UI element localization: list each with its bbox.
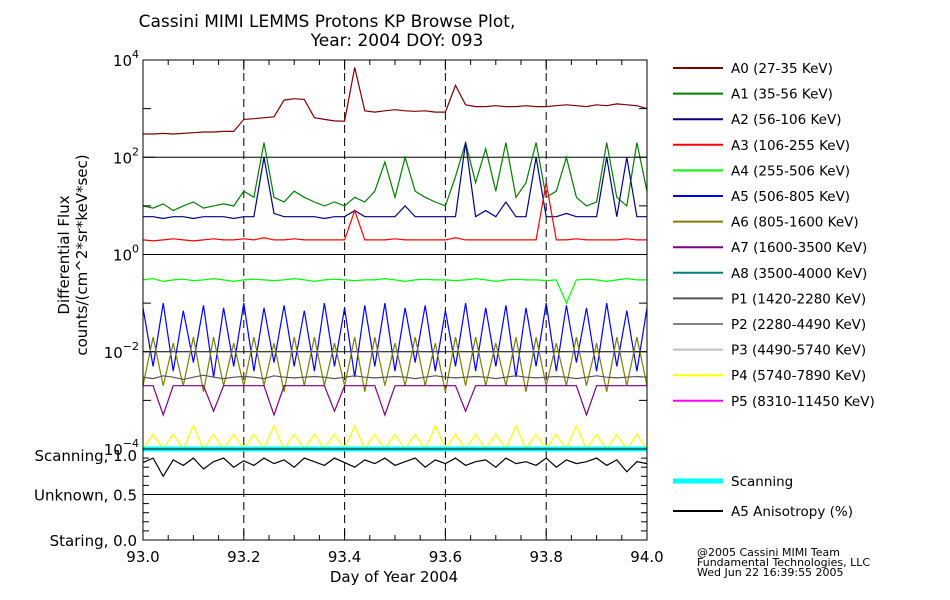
x-tick-label: 93.0 [126, 548, 159, 566]
series-line-a5 [142, 303, 648, 378]
legend-label: A5 Anisotropy (%) [731, 504, 853, 520]
series-line-a7 [143, 385, 647, 417]
legend-label: A6 (805-1600 KeV) [731, 215, 859, 231]
x-axis-label: Day of Year 2004 [330, 568, 458, 586]
series-lines [142, 67, 648, 478]
series-line-a0 [143, 67, 648, 135]
x-tick-label: 94.0 [630, 548, 663, 566]
legend-label: A4 (255-506 KeV) [731, 163, 850, 179]
legend-label: A3 (106-255 KeV) [731, 138, 850, 154]
legend-label: Scanning [731, 474, 793, 490]
chart-subtitle: Year: 2004 DOY: 093 [310, 31, 484, 51]
timestamp: Wed Jun 22 16:39:55 2005 [697, 566, 844, 579]
legend-label: A2 (56-106 KeV) [731, 112, 841, 128]
legend-label: A7 (1600-3500 KeV) [731, 240, 867, 256]
x-tick-label: 93.6 [429, 548, 462, 566]
lower-y-tick-label: Staring, 0.0 [50, 532, 137, 550]
y-tick-label: 102 [113, 145, 139, 167]
series-line-a3 [142, 182, 647, 242]
legend-label: P4 (5740-7890 KeV) [731, 368, 866, 384]
chart-title: Cassini MIMI LEMMS Protons KP Browse Plo… [139, 12, 516, 32]
legend-label: A8 (3500-4000 KeV) [731, 266, 867, 282]
series-line-p1 [142, 374, 648, 381]
legend-label: P3 (4490-5740 KeV) [731, 343, 866, 359]
y-axis-label-1: Differential Flux [55, 195, 73, 314]
y-tick-label: 104 [113, 48, 139, 70]
series-line-a5 [142, 457, 648, 478]
x-tick-label: 93.4 [328, 548, 361, 566]
x-tick-label: 93.2 [227, 548, 260, 566]
legend-label: P2 (2280-4490 KeV) [731, 317, 866, 333]
x-tick-label: 93.8 [529, 548, 562, 566]
lower-y-tick-label: Scanning, 1.0 [34, 447, 137, 465]
legend-label: P1 (1420-2280 KeV) [731, 291, 866, 307]
legend-label: P5 (8310-11450 KeV) [731, 394, 875, 410]
series-line-a4 [142, 277, 647, 305]
legend: A0 (27-35 KeV) A1 (35-56 KeV) A2 (56-106 K… [673, 61, 875, 520]
series-line-a1 [142, 140, 648, 212]
y-tick-label: 100 [113, 243, 139, 265]
lower-y-tick-label: Unknown, 0.5 [34, 487, 137, 505]
axes: 10410210010−210−4Scanning, 1.0Unknown, 0… [34, 48, 664, 566]
series-line-p4 [142, 424, 648, 451]
y-tick-label: 10−2 [104, 340, 139, 362]
series-line-a2 [143, 142, 647, 220]
legend-label: A0 (27-35 KeV) [731, 61, 833, 77]
y-axis-label-2: counts/(cm^2*sr*keV*sec) [73, 154, 91, 355]
legend-label: A5 (506-805 KeV) [731, 189, 850, 205]
legend-label: A1 (35-56 KeV) [731, 87, 833, 103]
browse-plot: Cassini MIMI LEMMS Protons KP Browse Plo… [34, 12, 875, 586]
